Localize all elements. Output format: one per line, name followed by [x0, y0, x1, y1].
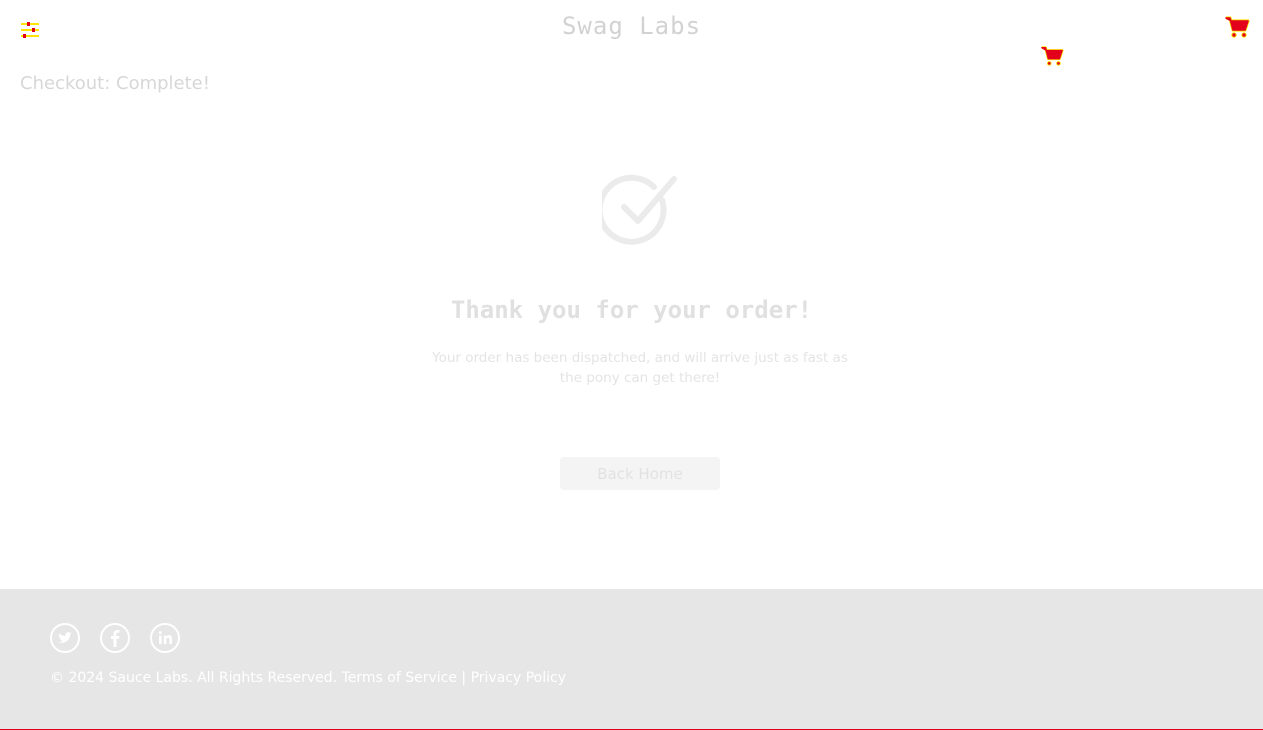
- terms-of-service-link[interactable]: Terms of Service: [342, 670, 457, 686]
- complete-text: Your order has been dispatched, and will…: [432, 350, 848, 386]
- copyright-text: © 2024 Sauce Labs. All Rights Reserved.: [50, 670, 338, 686]
- twitter-icon[interactable]: [50, 623, 80, 653]
- footer-copy: © 2024 Sauce Labs. All Rights Reserved. …: [50, 670, 566, 686]
- linkedin-icon[interactable]: [150, 623, 180, 653]
- complete-header: Thank you for your order!: [450, 296, 813, 324]
- back-home-button[interactable]: Back Home: [560, 457, 720, 490]
- privacy-policy-link[interactable]: Privacy Policy: [471, 670, 566, 686]
- page-title: Checkout: Complete!: [20, 73, 210, 94]
- checkout-complete-page: Swag Labs Checkout: Complete! Thank you …: [0, 0, 1263, 730]
- shopping-cart-icon: [1040, 44, 1064, 68]
- checkmark-circle-icon: [596, 174, 678, 248]
- facebook-icon[interactable]: [100, 623, 130, 653]
- footer: © 2024 Sauce Labs. All Rights Reserved. …: [0, 589, 1263, 730]
- app-title: Swag Labs: [561, 12, 702, 40]
- footer-separator: |: [461, 670, 467, 686]
- shopping-cart-icon[interactable]: [1224, 14, 1250, 40]
